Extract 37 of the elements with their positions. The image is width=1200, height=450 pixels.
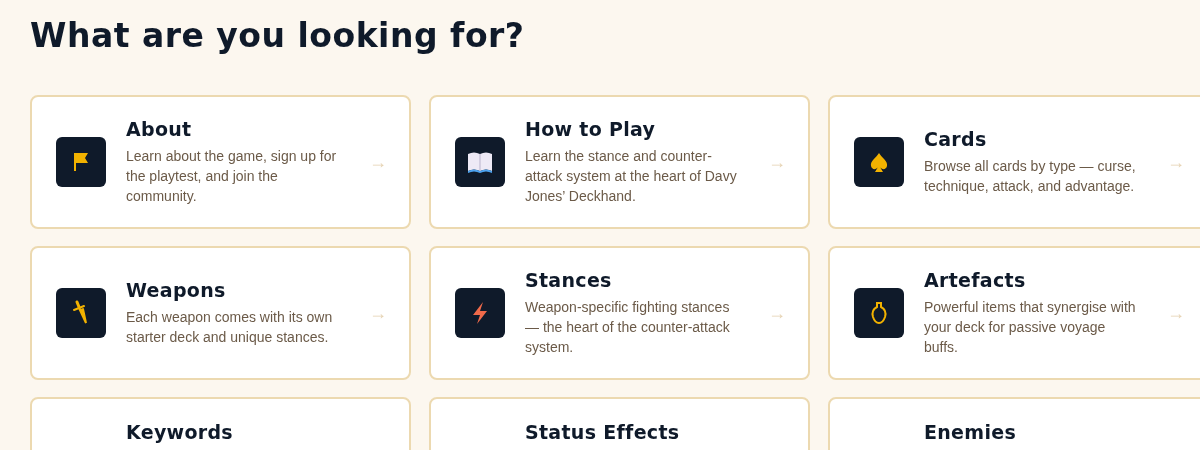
category-card[interactable]: Enemies: [828, 397, 1200, 450]
card-title: Stances: [525, 269, 613, 291]
card-title: Status Effects: [525, 421, 681, 443]
arrow-icon: →: [768, 302, 786, 324]
card-description: Each weapon comes with its own starter deck and unique stances.: [126, 308, 334, 347]
dagger-icon: [56, 288, 106, 338]
card-description: Powerful items that synergise with your deck for passive voyage buffs.: [924, 298, 1137, 357]
vase-icon: [854, 288, 904, 338]
arrow-icon: →: [369, 151, 387, 173]
book-icon: [455, 137, 505, 187]
arrow-icon: →: [369, 302, 387, 324]
category-card[interactable]: Stances Weapon-specific fighting stances — the heart of the counter-attack system. →: [429, 246, 810, 380]
spade-icon: [854, 137, 904, 187]
category-card[interactable]: How to Play Learn the stance and counter-attack system at the heart of Davy Jones’ Deckhand. →: [429, 95, 810, 229]
card-description: Browse all cards by type — curse, technique, attack, and advantage.: [924, 157, 1137, 196]
category-card[interactable]: Keywords: [30, 397, 411, 450]
category-card[interactable]: Status Effects: [429, 397, 810, 450]
card-title: Keywords: [126, 421, 234, 443]
card-description: Weapon-specific fighting stances — the heart of the counter-attack system.: [525, 298, 731, 357]
card-title: About: [126, 118, 193, 140]
card-description: Learn the stance and counter-attack system at the heart of Davy Jones’ Deckhand.: [525, 147, 738, 206]
card-title: Artefacts: [924, 269, 1027, 291]
flag-icon: [56, 137, 106, 187]
card-title: Cards: [924, 128, 988, 150]
card-description: Learn about the game, sign up for the playtest, and join the community.: [126, 147, 338, 206]
page-heading: What are you looking for?: [29, 15, 526, 57]
category-card[interactable]: About Learn about the game, sign up for the playtest, and join the community. →: [30, 95, 411, 229]
card-title: How to Play: [525, 118, 657, 140]
bolt-icon: [455, 288, 505, 338]
arrow-icon: →: [1167, 302, 1185, 324]
category-card[interactable]: Artefacts Powerful items that synergise with your deck for passive voyage buffs. →: [828, 246, 1200, 380]
card-title: Weapons: [126, 279, 227, 301]
arrow-icon: →: [768, 151, 786, 173]
arrow-icon: →: [1167, 151, 1185, 173]
category-card[interactable]: Cards Browse all cards by type — curse, technique, attack, and advantage. →: [828, 95, 1200, 229]
card-title: Enemies: [924, 421, 1017, 443]
category-card[interactable]: Weapons Each weapon comes with its own starter deck and unique stances. →: [30, 246, 411, 380]
